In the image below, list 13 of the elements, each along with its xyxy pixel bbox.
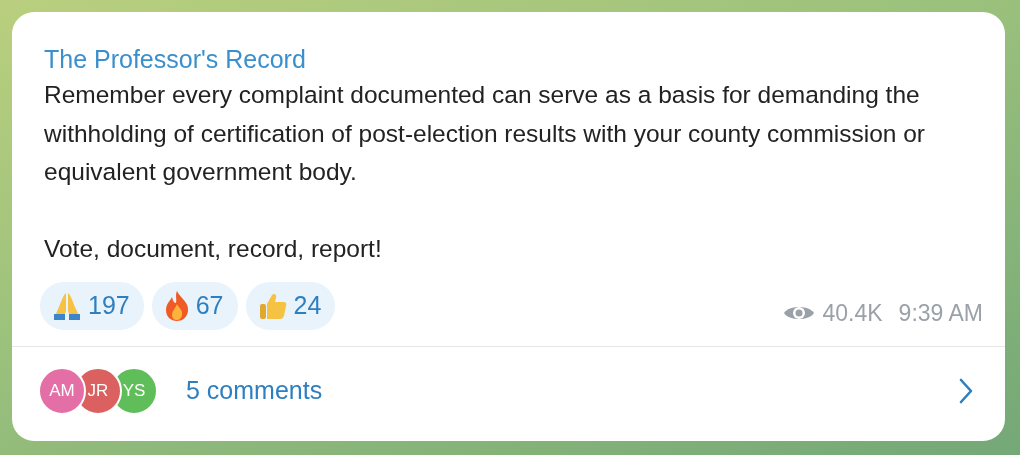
thumbs-up-icon <box>257 291 288 321</box>
channel-name[interactable]: The Professor's Record <box>12 12 1005 76</box>
reaction-button[interactable]: 67 <box>151 282 238 330</box>
avatar: AM <box>38 367 86 415</box>
fire-icon <box>163 290 190 322</box>
comments-link[interactable]: 5 comments <box>186 372 323 410</box>
post-time: 9:39 AM <box>898 298 983 328</box>
reaction-button[interactable]: 197 <box>40 282 144 330</box>
chevron-right-icon[interactable] <box>959 378 973 404</box>
view-count: 40.4K <box>822 298 883 328</box>
reaction-button[interactable]: 24 <box>245 282 336 330</box>
message-text: Remember every complaint documented can serve as a basis for demanding the withholding of certification of post-election results with your county commission or equivalent government body. <box>44 80 927 187</box>
message-text: Vote, document, record, report! <box>44 233 383 264</box>
